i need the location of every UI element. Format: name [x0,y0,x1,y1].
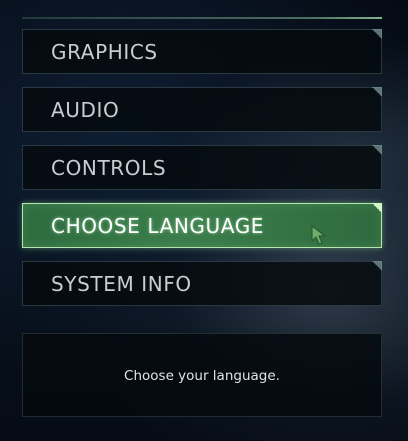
description-text: Choose your language. [124,368,280,384]
menu-item-label: CHOOSE LANGUAGE [51,213,265,238]
menu-item-label: SYSTEM INFO [51,271,192,296]
cursor-arrow-icon [311,225,326,245]
menu-item-label: CONTROLS [51,155,167,180]
menu-item-graphics[interactable]: GRAPHICS [22,29,382,74]
description-panel: Choose your language. [22,333,382,417]
menu-item-controls[interactable]: CONTROLS [22,145,382,190]
menu-item-label: AUDIO [51,97,120,122]
menu-item-audio[interactable]: AUDIO [22,87,382,132]
menu-top-divider [22,17,382,19]
menu-item-label: GRAPHICS [51,39,158,64]
menu-item-system-info[interactable]: SYSTEM INFO [22,261,382,306]
menu-item-choose-language[interactable]: CHOOSE LANGUAGE [22,203,382,248]
